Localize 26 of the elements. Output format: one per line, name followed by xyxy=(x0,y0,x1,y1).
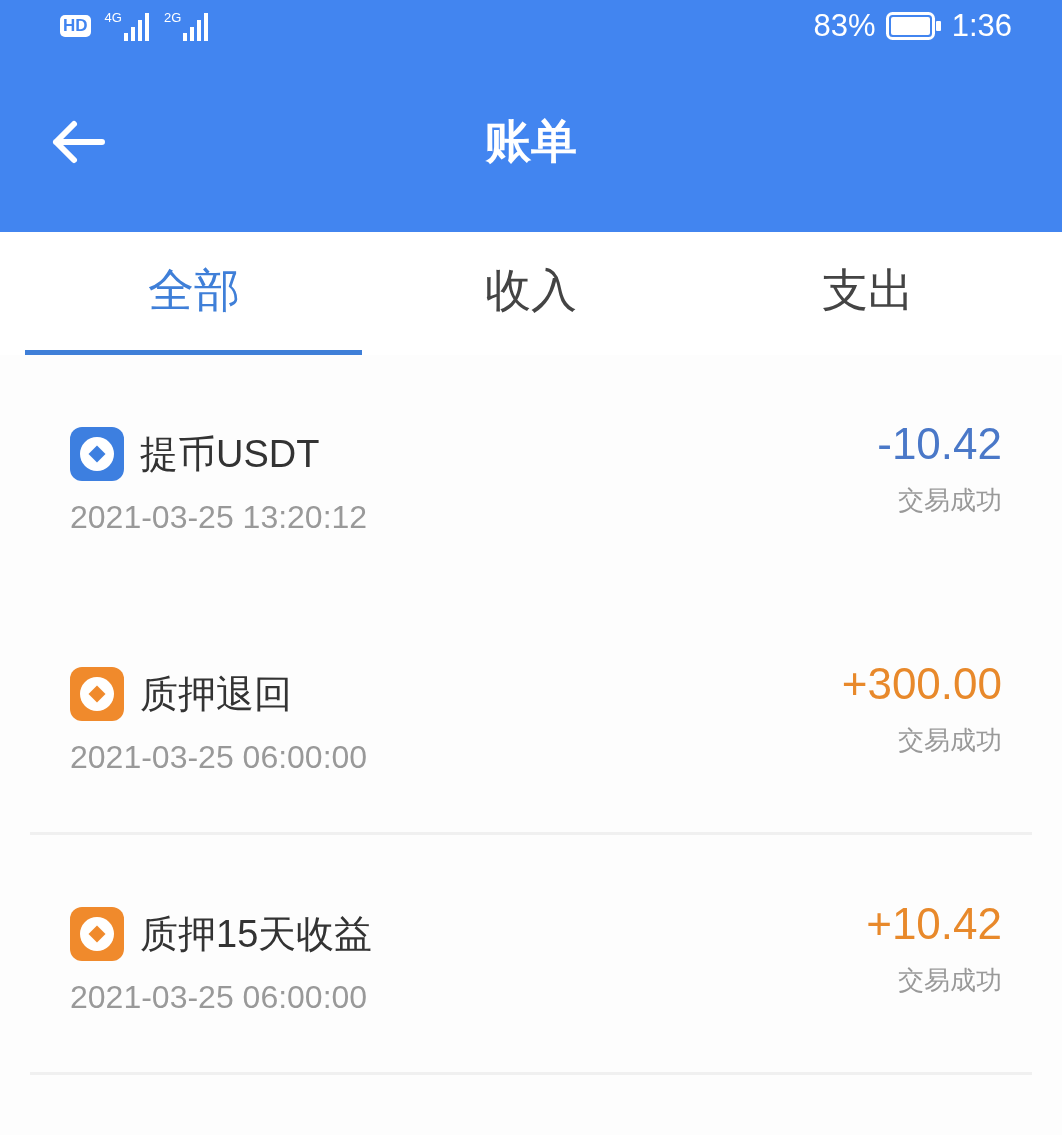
signal-icon xyxy=(183,11,210,41)
clock-time: 1:36 xyxy=(951,8,1012,44)
transaction-amount: +300.00 xyxy=(841,659,1002,709)
hd-badge: HD xyxy=(60,15,91,37)
tab[interactable]: 支出 xyxy=(699,232,1037,355)
network-type: 4G xyxy=(104,11,122,24)
battery-icon xyxy=(885,12,942,40)
transaction-amount: -10.42 xyxy=(877,419,1002,469)
tab[interactable]: 收入 xyxy=(362,232,700,355)
transaction-time: 2021-03-25 06:00:00 xyxy=(70,979,369,1016)
back-arrow-icon xyxy=(50,118,108,166)
transaction-status: 交易成功 xyxy=(898,724,1002,757)
transaction-title: 质押退回 xyxy=(140,671,292,717)
transaction-time: 2021-03-25 13:20:12 xyxy=(70,499,368,536)
tab[interactable]: 全部 xyxy=(25,232,363,355)
transaction-amount: +10.42 xyxy=(866,899,1002,949)
signal-icon xyxy=(123,11,150,41)
network-type: 2G xyxy=(163,11,182,24)
battery-level: 83% xyxy=(813,8,876,44)
transaction-status: 交易成功 xyxy=(898,964,1002,997)
page-title: 账单 xyxy=(485,114,577,169)
transaction-title: 提币USDT xyxy=(140,431,320,477)
back-button[interactable] xyxy=(50,118,108,166)
transaction-status: 交易成功 xyxy=(898,484,1002,517)
transaction-title: 质押15天收益 xyxy=(140,911,373,957)
transaction-time: 2021-03-25 06:00:00 xyxy=(70,739,368,776)
